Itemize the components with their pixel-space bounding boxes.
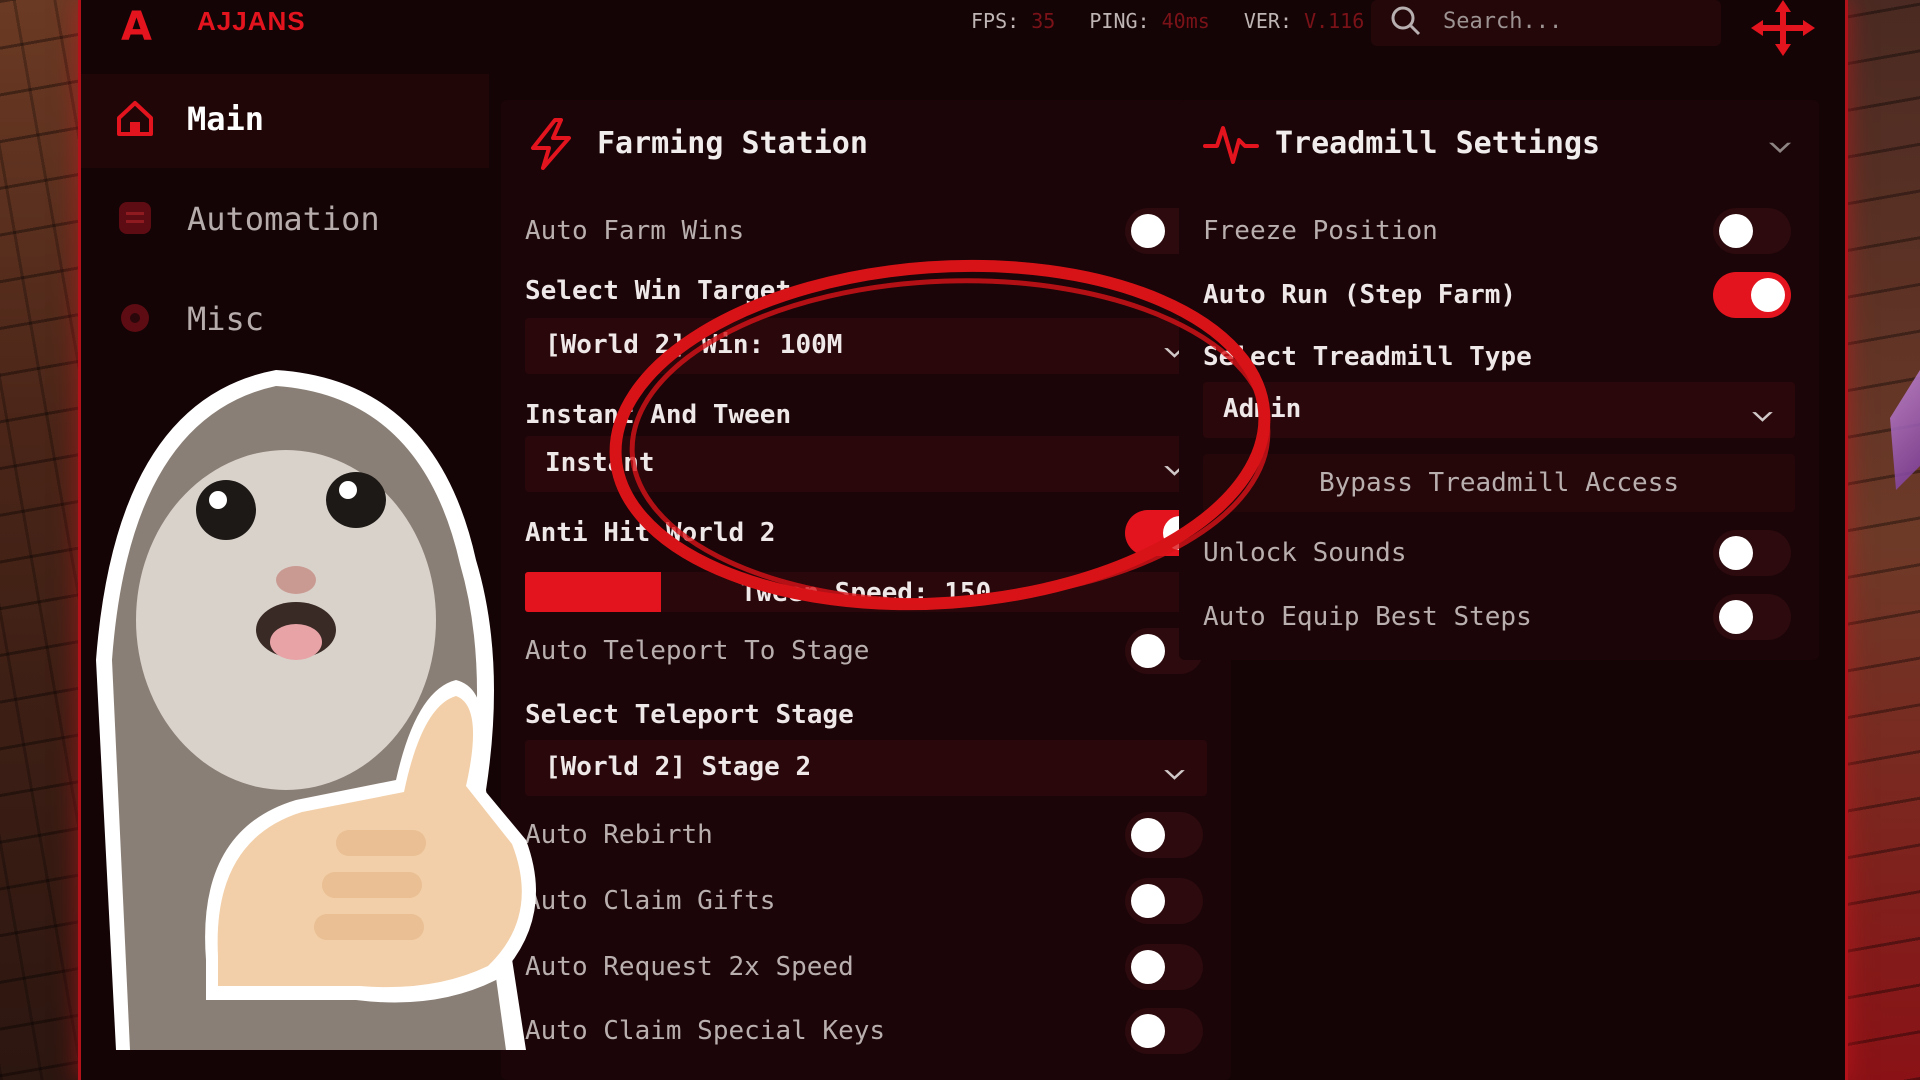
freeze-position-toggle[interactable] (1713, 208, 1791, 254)
toggle-label: Auto Farm Wins (525, 216, 745, 246)
farming-station-header[interactable]: Farming Station ⌄ (501, 100, 1231, 188)
dropdown-value: Admin (1223, 394, 1302, 424)
bypass-treadmill-access-button[interactable]: Bypass Treadmill Access (1203, 454, 1795, 512)
claim-gifts-toggle[interactable] (1125, 878, 1203, 924)
sidebar-item-label: Main (187, 100, 265, 138)
sidebar-item-label: Automation (187, 200, 380, 238)
version-label: VER: (1243, 9, 1293, 33)
toggle-knob (1719, 214, 1753, 248)
auto-equip-row: Auto Equip Best Steps (1203, 592, 1795, 644)
tween-speed-slider[interactable]: Tween Speed: 150 (525, 572, 1207, 612)
instant-tween-dropdown[interactable]: Instant ⌄ (525, 436, 1207, 492)
ping-value: 40ms (1161, 9, 1210, 33)
app-logo: A (121, 4, 152, 50)
instant-tween-row: Instant And Tween (525, 390, 1207, 442)
slider-label: Tween Speed: 150 (740, 578, 992, 608)
toggle-label: Auto Run (Step Farm) (1203, 280, 1517, 310)
game-background-right (1848, 0, 1920, 1080)
select-treadmill-type-row: Select Treadmill Type (1203, 332, 1795, 384)
toggle-knob (1751, 278, 1785, 312)
toggle-label: Auto Claim Special Keys (525, 1016, 886, 1046)
unlock-sounds-row: Unlock Sounds (1203, 528, 1795, 580)
list-icon (115, 198, 155, 238)
special-keys-row: Auto Claim Special Keys (525, 1006, 1207, 1058)
claim-gifts-row: Auto Claim Gifts (525, 876, 1207, 928)
search-placeholder: Search... (1443, 9, 1563, 34)
toggle-knob (1131, 950, 1165, 984)
farming-station-panel: Farming Station ⌄ Auto Farm Wins Select … (501, 100, 1231, 1080)
top-bar: A AJJANS FPS: 35 PING: 40ms VER: V.116 S… (81, 0, 1845, 60)
anti-hit-row: Anti Hit World 2 (525, 508, 1207, 560)
chevron-down-icon: ⌄ (1749, 392, 1777, 425)
rebirth-toggle[interactable] (1125, 812, 1203, 858)
teleport-stage-dropdown[interactable]: [World 2] Stage 2 ⌄ (525, 740, 1207, 796)
dropdown-value: [World 2] Win: 100M (545, 330, 843, 360)
treadmill-type-dropdown[interactable]: Admin ⌄ (1203, 382, 1795, 438)
dropdown-label: Select Treadmill Type (1203, 342, 1532, 372)
auto-farm-wins-row: Auto Farm Wins (525, 206, 1207, 258)
button-label: Bypass Treadmill Access (1318, 468, 1680, 498)
special-keys-toggle[interactable] (1125, 1008, 1203, 1054)
request-speed-toggle[interactable] (1125, 944, 1203, 990)
dropdown-label: Select Win Target (525, 276, 792, 306)
auto-teleport-row: Auto Teleport To Stage (525, 626, 1207, 678)
select-teleport-stage-row: Select Teleport Stage (525, 690, 1207, 742)
cat-thumbs-up-sticker (96, 370, 536, 1050)
activity-icon (1203, 118, 1259, 170)
toggle-knob (1131, 818, 1165, 852)
panel-title: Treadmill Settings (1275, 126, 1601, 161)
sidebar-item-main[interactable]: Main (81, 74, 489, 168)
treadmill-settings-header[interactable]: Treadmill Settings ⌄ (1179, 100, 1819, 188)
toggle-label: Auto Equip Best Steps (1203, 602, 1532, 632)
toggle-knob (1131, 634, 1165, 668)
chevron-down-icon: ⌄ (1161, 750, 1189, 783)
treadmill-settings-panel: Treadmill Settings ⌄ Freeze Position Aut… (1179, 100, 1819, 660)
house-icon (115, 98, 155, 138)
auto-equip-toggle[interactable] (1713, 594, 1791, 640)
unlock-sounds-toggle[interactable] (1713, 530, 1791, 576)
app-name: AJJANS (197, 6, 306, 36)
fps-label: FPS: (971, 9, 1020, 33)
toggle-label: Unlock Sounds (1203, 538, 1407, 568)
auto-run-row: Auto Run (Step Farm) (1203, 270, 1795, 322)
select-win-target-row: Select Win Target (525, 266, 1207, 318)
search-icon (1389, 4, 1423, 46)
toggle-knob (1131, 884, 1165, 918)
sidebar-item-misc[interactable]: Misc (81, 274, 489, 368)
win-target-dropdown[interactable]: [World 2] Win: 100M ⌄ (525, 318, 1207, 374)
auto-run-toggle[interactable] (1713, 272, 1791, 318)
ping-label: PING: (1089, 9, 1150, 33)
rebirth-row: Auto Rebirth (525, 810, 1207, 862)
toggle-label: Auto Teleport To Stage (525, 636, 870, 666)
dropdown-value: [World 2] Stage 2 (545, 752, 812, 782)
fps-value: 35 (1031, 9, 1056, 33)
lightning-icon (525, 118, 577, 170)
toggle-knob (1719, 600, 1753, 634)
gear-icon (115, 298, 155, 338)
request-speed-row: Auto Request 2x Speed (525, 942, 1207, 994)
toggle-label: Freeze Position (1203, 216, 1438, 246)
panel-title: Farming Station (597, 126, 868, 161)
sidebar-item-automation[interactable]: Automation (81, 174, 489, 268)
toggle-knob (1719, 536, 1753, 570)
search-box[interactable]: Search... (1371, 0, 1721, 46)
chevron-down-icon[interactable]: ⌄ (1766, 122, 1795, 157)
freeze-position-row: Freeze Position (1203, 206, 1795, 258)
sidebar-item-label: Misc (187, 300, 265, 338)
toggle-knob (1131, 214, 1165, 248)
toggle-knob (1131, 1014, 1165, 1048)
stats-readout: FPS: 35 PING: 40ms VER: V.116 (971, 9, 1386, 33)
move-drag-icon[interactable] (1751, 0, 1815, 67)
version-value: V.116 (1304, 9, 1365, 33)
